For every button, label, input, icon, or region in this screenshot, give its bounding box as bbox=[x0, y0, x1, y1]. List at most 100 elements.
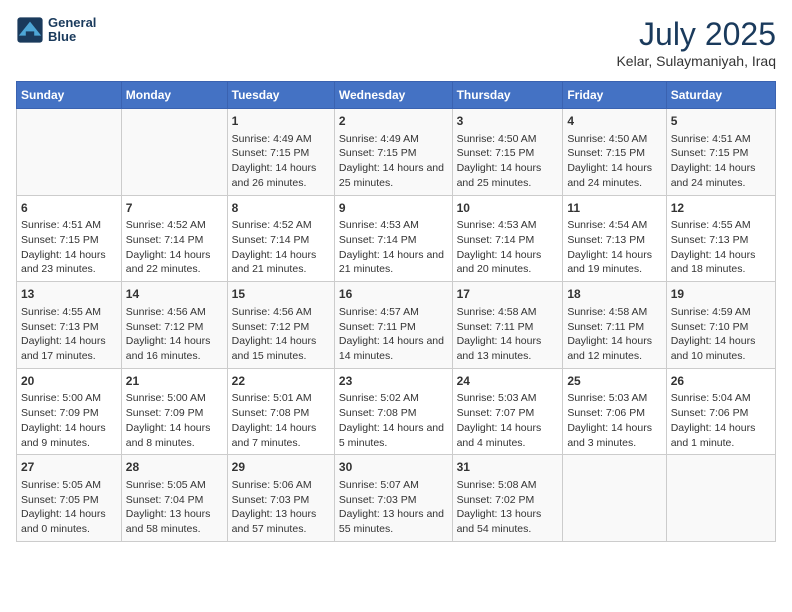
calendar-cell: 15Sunrise: 4:56 AMSunset: 7:12 PMDayligh… bbox=[227, 282, 334, 369]
logo-text: General Blue bbox=[48, 16, 96, 45]
day-number: 27 bbox=[21, 459, 117, 476]
day-number: 9 bbox=[339, 200, 448, 217]
calendar-cell: 17 Sunrise: 4:58 AMSunset: 7:11 PMDayligh… bbox=[452, 282, 563, 369]
logo-line1: General bbox=[48, 16, 96, 30]
day-number: 3 bbox=[457, 113, 559, 130]
day-number: 18 bbox=[567, 286, 661, 303]
header-row: SundayMondayTuesdayWednesdayThursdayFrid… bbox=[17, 82, 776, 109]
day-number: 23 bbox=[339, 373, 448, 390]
weekday-header: Sunday bbox=[17, 82, 122, 109]
weekday-header: Wednesday bbox=[334, 82, 452, 109]
day-content: Sunrise: 5:05 AMSunset: 7:04 PMDaylight:… bbox=[126, 478, 223, 537]
day-content: Sunrise: 4:58 AMSunset: 7:11 PMDaylight:… bbox=[457, 305, 559, 364]
day-number: 15 bbox=[232, 286, 330, 303]
calendar-cell bbox=[563, 455, 666, 542]
day-number: 31 bbox=[457, 459, 559, 476]
day-number: 17 bbox=[457, 286, 559, 303]
day-number: 10 bbox=[457, 200, 559, 217]
day-content: Sunrise: 4:49 AMSunset: 7:15 PMDaylight:… bbox=[339, 132, 448, 191]
calendar-cell: 13Sunrise: 4:55 AMSunset: 7:13 PMDayligh… bbox=[17, 282, 122, 369]
day-content: Sunrise: 4:52 AMSunset: 7:14 PMDaylight:… bbox=[126, 218, 223, 277]
day-number: 28 bbox=[126, 459, 223, 476]
calendar-week-row: 6Sunrise: 4:51 AMSunset: 7:15 PMDaylight… bbox=[17, 195, 776, 282]
weekday-header: Tuesday bbox=[227, 82, 334, 109]
day-number: 14 bbox=[126, 286, 223, 303]
day-number: 6 bbox=[21, 200, 117, 217]
title-section: July 2025 Kelar, Sulaymaniyah, Iraq bbox=[616, 16, 776, 69]
day-content: Sunrise: 4:57 AMSunset: 7:11 PMDaylight:… bbox=[339, 305, 448, 364]
calendar-cell: 24Sunrise: 5:03 AMSunset: 7:07 PMDayligh… bbox=[452, 368, 563, 455]
day-content: Sunrise: 4:58 AMSunset: 7:11 PMDaylight:… bbox=[567, 305, 661, 364]
day-content: Sunrise: 5:02 AMSunset: 7:08 PMDaylight:… bbox=[339, 391, 448, 450]
day-content: Sunrise: 4:51 AMSunset: 7:15 PMDaylight:… bbox=[671, 132, 771, 191]
day-content: Sunrise: 4:49 AMSunset: 7:15 PMDaylight:… bbox=[232, 132, 330, 191]
calendar-cell: 12Sunrise: 4:55 AMSunset: 7:13 PMDayligh… bbox=[666, 195, 775, 282]
calendar-cell: 22Sunrise: 5:01 AMSunset: 7:08 PMDayligh… bbox=[227, 368, 334, 455]
day-content: Sunrise: 5:05 AMSunset: 7:05 PMDaylight:… bbox=[21, 478, 117, 537]
day-number: 20 bbox=[21, 373, 117, 390]
day-number: 11 bbox=[567, 200, 661, 217]
calendar-cell: 21Sunrise: 5:00 AMSunset: 7:09 PMDayligh… bbox=[121, 368, 227, 455]
calendar-table: SundayMondayTuesdayWednesdayThursdayFrid… bbox=[16, 81, 776, 542]
calendar-cell bbox=[17, 109, 122, 196]
calendar-cell: 7Sunrise: 4:52 AMSunset: 7:14 PMDaylight… bbox=[121, 195, 227, 282]
day-number: 13 bbox=[21, 286, 117, 303]
calendar-cell: 11Sunrise: 4:54 AMSunset: 7:13 PMDayligh… bbox=[563, 195, 666, 282]
day-content: Sunrise: 4:54 AMSunset: 7:13 PMDaylight:… bbox=[567, 218, 661, 277]
day-number: 5 bbox=[671, 113, 771, 130]
day-content: Sunrise: 5:00 AMSunset: 7:09 PMDaylight:… bbox=[21, 391, 117, 450]
day-number: 29 bbox=[232, 459, 330, 476]
calendar-cell: 8Sunrise: 4:52 AMSunset: 7:14 PMDaylight… bbox=[227, 195, 334, 282]
main-title: July 2025 bbox=[616, 16, 776, 53]
calendar-cell: 31 Sunrise: 5:08 AMSunset: 7:02 PMDayligh… bbox=[452, 455, 563, 542]
day-content: Sunrise: 4:59 AMSunset: 7:10 PMDaylight:… bbox=[671, 305, 771, 364]
day-content: Sunrise: 4:53 AMSunset: 7:14 PMDaylight:… bbox=[457, 218, 559, 277]
day-content: Sunrise: 4:51 AMSunset: 7:15 PMDaylight:… bbox=[21, 218, 117, 277]
day-number: 16 bbox=[339, 286, 448, 303]
calendar-cell: 29 Sunrise: 5:06 AMSunset: 7:03 PMDayligh… bbox=[227, 455, 334, 542]
day-content: Sunrise: 4:52 AMSunset: 7:14 PMDaylight:… bbox=[232, 218, 330, 277]
calendar-cell: 1Sunrise: 4:49 AMSunset: 7:15 PMDaylight… bbox=[227, 109, 334, 196]
day-content: Sunrise: 4:50 AMSunset: 7:15 PMDaylight:… bbox=[457, 132, 559, 191]
calendar-week-row: 27 Sunrise: 5:05 AMSunset: 7:05 PMDayligh… bbox=[17, 455, 776, 542]
day-content: Sunrise: 5:04 AMSunset: 7:06 PMDaylight:… bbox=[671, 391, 771, 450]
logo-icon bbox=[16, 16, 44, 44]
day-number: 2 bbox=[339, 113, 448, 130]
calendar-cell: 16 Sunrise: 4:57 AMSunset: 7:11 PMDayligh… bbox=[334, 282, 452, 369]
day-number: 21 bbox=[126, 373, 223, 390]
day-number: 26 bbox=[671, 373, 771, 390]
calendar-cell: 23Sunrise: 5:02 AMSunset: 7:08 PMDayligh… bbox=[334, 368, 452, 455]
calendar-cell: 28 Sunrise: 5:05 AMSunset: 7:04 PMDayligh… bbox=[121, 455, 227, 542]
calendar-cell: 5 Sunrise: 4:51 AMSunset: 7:15 PMDaylight… bbox=[666, 109, 775, 196]
day-content: Sunrise: 5:03 AMSunset: 7:07 PMDaylight:… bbox=[457, 391, 559, 450]
day-content: Sunrise: 5:08 AMSunset: 7:02 PMDaylight:… bbox=[457, 478, 559, 537]
weekday-header: Thursday bbox=[452, 82, 563, 109]
calendar-cell: 9Sunrise: 4:53 AMSunset: 7:14 PMDaylight… bbox=[334, 195, 452, 282]
day-number: 19 bbox=[671, 286, 771, 303]
calendar-week-row: 20Sunrise: 5:00 AMSunset: 7:09 PMDayligh… bbox=[17, 368, 776, 455]
calendar-cell: 4Sunrise: 4:50 AMSunset: 7:15 PMDaylight… bbox=[563, 109, 666, 196]
calendar-cell: 26Sunrise: 5:04 AMSunset: 7:06 PMDayligh… bbox=[666, 368, 775, 455]
calendar-cell: 27 Sunrise: 5:05 AMSunset: 7:05 PMDayligh… bbox=[17, 455, 122, 542]
day-content: Sunrise: 5:07 AMSunset: 7:03 PMDaylight:… bbox=[339, 478, 448, 537]
weekday-header: Friday bbox=[563, 82, 666, 109]
day-content: Sunrise: 4:50 AMSunset: 7:15 PMDaylight:… bbox=[567, 132, 661, 191]
day-number: 22 bbox=[232, 373, 330, 390]
subtitle: Kelar, Sulaymaniyah, Iraq bbox=[616, 53, 776, 69]
page-header: General Blue July 2025 Kelar, Sulaymaniy… bbox=[16, 16, 776, 69]
day-number: 30 bbox=[339, 459, 448, 476]
calendar-cell: 18 Sunrise: 4:58 AMSunset: 7:11 PMDayligh… bbox=[563, 282, 666, 369]
day-content: Sunrise: 4:56 AMSunset: 7:12 PMDaylight:… bbox=[126, 305, 223, 364]
weekday-header: Monday bbox=[121, 82, 227, 109]
calendar-cell: 3 Sunrise: 4:50 AMSunset: 7:15 PMDaylight… bbox=[452, 109, 563, 196]
calendar-week-row: 13Sunrise: 4:55 AMSunset: 7:13 PMDayligh… bbox=[17, 282, 776, 369]
day-content: Sunrise: 5:00 AMSunset: 7:09 PMDaylight:… bbox=[126, 391, 223, 450]
day-number: 8 bbox=[232, 200, 330, 217]
calendar-cell: 10Sunrise: 4:53 AMSunset: 7:14 PMDayligh… bbox=[452, 195, 563, 282]
calendar-cell bbox=[121, 109, 227, 196]
day-content: Sunrise: 4:55 AMSunset: 7:13 PMDaylight:… bbox=[671, 218, 771, 277]
calendar-cell: 6Sunrise: 4:51 AMSunset: 7:15 PMDaylight… bbox=[17, 195, 122, 282]
day-content: Sunrise: 5:06 AMSunset: 7:03 PMDaylight:… bbox=[232, 478, 330, 537]
calendar-cell: 2 Sunrise: 4:49 AMSunset: 7:15 PMDaylight… bbox=[334, 109, 452, 196]
day-content: Sunrise: 5:03 AMSunset: 7:06 PMDaylight:… bbox=[567, 391, 661, 450]
